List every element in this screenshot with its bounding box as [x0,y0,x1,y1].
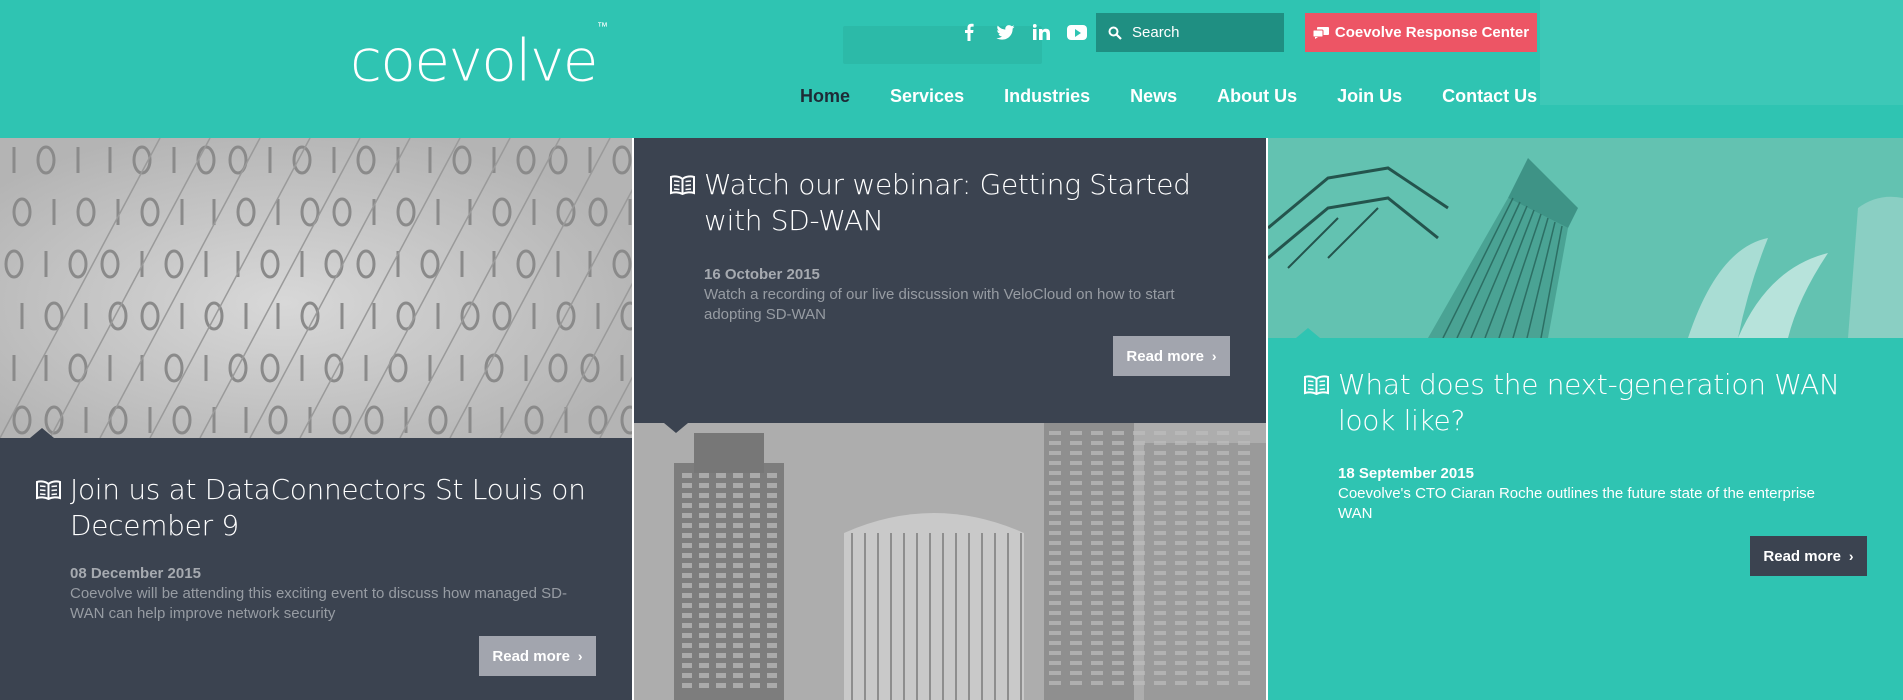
coevolve-logo[interactable]: coevolve™ [350,20,608,95]
read-more-button[interactable]: Read more › [1750,536,1867,576]
card-title[interactable]: Join us at DataConnectors St Louis on De… [70,472,590,544]
card-description: Watch a recording of our live discussion… [704,286,1175,323]
social-links [956,20,1090,44]
card-date: 18 September 2015 [1338,465,1474,482]
card-notch [30,428,54,438]
card-date: 08 December 2015 [70,565,201,582]
city-skyscrapers-image [634,423,1266,700]
nav-home[interactable]: Home [800,86,850,107]
news-column-1: Join us at DataConnectors St Louis on De… [0,138,632,700]
book-icon [1304,375,1329,395]
main-nav: Home Services Industries News About Us J… [800,86,1577,107]
book-icon [670,175,695,195]
news-column-3: What does the next-generation WAN look l… [1268,138,1903,700]
linkedin-icon[interactable] [1028,20,1054,44]
youtube-play-icon [1067,24,1087,40]
chevron-right-icon: › [1211,348,1217,364]
card-description: Coevolve will be attending this exciting… [70,585,567,622]
read-more-button[interactable]: Read more › [1113,336,1230,376]
nav-services[interactable]: Services [890,86,964,107]
logo-text: coevolve [350,26,599,95]
card-description: Coevolve's CTO Ciaran Roche outlines the… [1338,485,1816,522]
search-box[interactable] [1096,13,1284,52]
response-center-label: Coevolve Response Center [1334,24,1530,41]
read-more-label: Read more [1763,547,1841,565]
news-card-webinar: Watch our webinar: Getting Started with … [634,138,1266,423]
binary-code-image [0,138,632,438]
youtube-icon[interactable] [1064,20,1090,44]
site-header: coevolve™ Coevolve Response Center H [0,0,1903,138]
read-more-label: Read more [492,647,570,665]
facebook-icon[interactable] [956,20,982,44]
book-icon [36,480,61,500]
nav-news[interactable]: News [1130,86,1177,107]
card-title[interactable]: Watch our webinar: Getting Started with … [704,167,1224,239]
read-more-button[interactable]: Read more › [479,636,596,676]
search-icon [1108,26,1122,40]
search-input[interactable] [1132,24,1272,41]
chat-icon [1312,26,1329,39]
nav-industries[interactable]: Industries [1004,86,1090,107]
chevron-right-icon: › [1848,548,1854,564]
header-background-ghost [1540,0,1903,105]
chevron-right-icon: › [577,648,583,664]
card-date: 16 October 2015 [704,266,820,283]
nav-about-us[interactable]: About Us [1217,86,1297,107]
news-card-next-gen-wan: What does the next-generation WAN look l… [1268,328,1903,700]
card-title[interactable]: What does the next-generation WAN look l… [1338,367,1868,439]
read-more-label: Read more [1126,347,1204,365]
card-notch [1296,328,1320,338]
twitter-icon[interactable] [992,20,1018,44]
news-card-dataconnectors: Join us at DataConnectors St Louis on De… [0,428,632,700]
news-column-2: Watch our webinar: Getting Started with … [634,138,1266,700]
response-center-button[interactable]: Coevolve Response Center [1305,13,1537,52]
logo-trademark: ™ [597,20,608,33]
nav-contact-us[interactable]: Contact Us [1442,86,1537,107]
sydney-buildings-image [1268,138,1903,338]
nav-join-us[interactable]: Join Us [1337,86,1402,107]
card-notch [664,423,688,433]
